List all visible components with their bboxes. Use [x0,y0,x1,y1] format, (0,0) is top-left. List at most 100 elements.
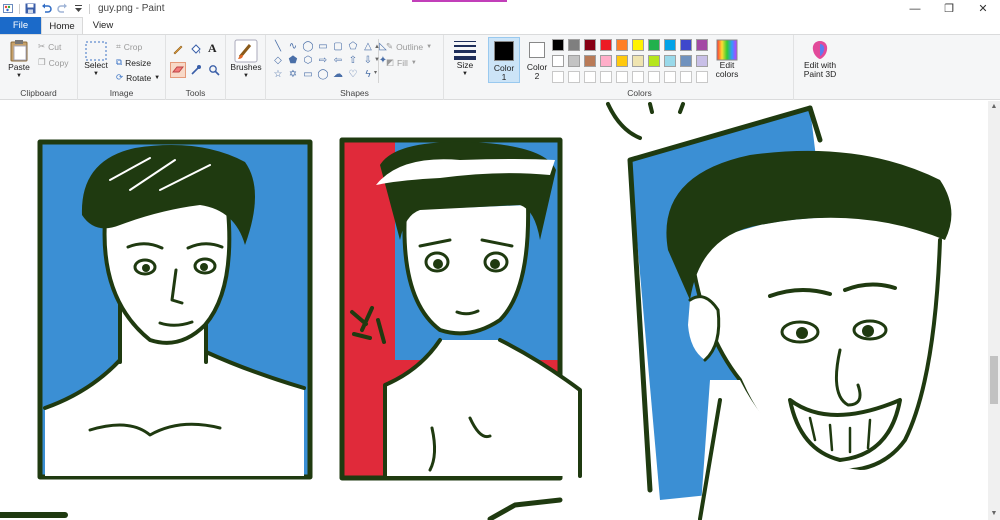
stray-stroke [678,102,685,114]
palette-swatch[interactable] [584,55,596,67]
custom-color-slot[interactable] [648,71,660,83]
magnifier-icon[interactable] [208,64,220,76]
copy-button[interactable]: ❐ Copy [38,57,68,68]
palette-swatch[interactable] [696,39,708,51]
palette-swatch[interactable] [600,39,612,51]
panel-2-right-pupil [490,259,500,269]
five-point-star-shape-icon[interactable]: ☆ [272,69,284,81]
palette-swatch[interactable] [552,39,564,51]
palette-swatch[interactable] [616,39,628,51]
palette-swatch[interactable] [664,55,676,67]
toolbar-separator [19,3,20,14]
rectangle-shape-icon[interactable]: ▭ [317,41,329,53]
fill-bucket-icon[interactable] [190,43,202,55]
fill-button[interactable]: ◩ Fill ▼ [386,57,417,68]
minimize-button[interactable]: — [898,0,932,17]
custom-color-slot[interactable] [664,71,676,83]
palette-swatch[interactable] [664,39,676,51]
drawing-canvas[interactable] [0,101,988,520]
palette-swatch[interactable] [632,39,644,51]
crop-button[interactable]: ⌗ Crop [116,41,142,52]
paint-app-icon[interactable] [3,3,14,14]
oval-callout-shape-icon[interactable]: ◯ [317,69,329,81]
rounded-callout-shape-icon[interactable]: ▭ [302,69,314,81]
clipboard-group: Paste ▼ ✂ Cut ❐ Copy Clipboard [0,35,78,100]
panel-3-right-pupil [862,325,874,337]
down-arrow-shape-icon[interactable]: ⇩ [362,55,374,67]
scroll-up-arrow-icon[interactable]: ▲ [988,101,1000,113]
palette-swatch[interactable] [568,39,580,51]
outline-label: Outline [396,41,424,52]
resize-button[interactable]: ⧉ Resize [116,57,151,68]
right-arrow-shape-icon[interactable]: ⇨ [317,55,329,67]
edit-with-paint3d-button[interactable]: Edit with Paint 3D [796,39,844,79]
maximize-button[interactable]: ❐ [932,0,966,17]
brushes-button[interactable]: Brushes ▼ [229,39,263,81]
custom-color-slot[interactable] [552,71,564,83]
scroll-down-arrow-icon[interactable]: ▼ [988,508,1000,520]
paste-button[interactable]: Paste ▼ [5,39,33,81]
size-button[interactable]: Size ▼ [448,39,482,79]
cloud-callout-shape-icon[interactable]: ☁ [332,69,344,81]
color-picker-icon[interactable] [190,64,202,76]
custom-color-slot[interactable] [696,71,708,83]
tab-home[interactable]: Home [41,17,83,34]
six-point-star-shape-icon[interactable]: ✡ [287,69,299,81]
cut-button[interactable]: ✂ Cut [38,41,61,52]
polygon-shape-icon[interactable]: ⬠ [347,41,359,53]
rounded-rectangle-shape-icon[interactable]: ▢ [332,41,344,53]
custom-color-slot[interactable] [616,71,628,83]
left-arrow-shape-icon[interactable]: ⇦ [332,55,344,67]
color1-button[interactable]: Color 1 [488,37,520,83]
palette-swatch[interactable] [584,39,596,51]
redo-icon[interactable] [57,3,68,14]
color2-button[interactable]: Color 2 [522,37,552,83]
up-arrow-shape-icon[interactable]: ⇧ [347,55,359,67]
text-tool-icon[interactable]: A [208,41,217,56]
curve-shape-icon[interactable]: ∿ [287,41,299,53]
outline-dropdown-icon: ▼ [426,43,433,50]
close-button[interactable]: ✕ [966,0,1000,17]
lightning-shape-icon[interactable]: ϟ [362,69,374,81]
custom-color-slot[interactable] [600,71,612,83]
line-shape-icon[interactable]: ╲ [272,41,284,53]
palette-swatch[interactable] [552,55,564,67]
custom-color-slot[interactable] [568,71,580,83]
outline-button[interactable]: ✎ Outline ▼ [386,41,432,52]
triangle-shape-icon[interactable]: △ [362,41,374,53]
tab-file[interactable]: File [0,17,41,34]
customize-toolbar-icon[interactable] [73,3,84,14]
custom-color-slot[interactable] [680,71,692,83]
tab-view[interactable]: View [83,17,123,34]
custom-color-slot[interactable] [584,71,596,83]
fill-label: Fill [397,57,408,68]
custom-color-slot[interactable] [632,71,644,83]
hexagon-shape-icon[interactable]: ⬡ [302,55,314,67]
toolbar-separator [89,3,90,14]
pentagon-shape-icon[interactable]: ⬟ [287,55,299,67]
scroll-thumb[interactable] [990,356,998,404]
palette-swatch[interactable] [696,55,708,67]
select-button[interactable]: Select ▼ [82,41,110,79]
palette-swatch[interactable] [648,39,660,51]
panel-2-left-pupil [433,259,443,269]
palette-swatch[interactable] [632,55,644,67]
save-icon[interactable] [25,3,36,14]
palette-swatch[interactable] [616,55,628,67]
palette-swatch[interactable] [568,55,580,67]
palette-swatch[interactable] [600,55,612,67]
palette-swatch[interactable] [680,39,692,51]
palette-swatch[interactable] [648,55,660,67]
undo-icon[interactable] [41,3,52,14]
edit-colors-button[interactable]: Edit colors [712,39,742,79]
vertical-scrollbar[interactable]: ▲ ▼ [988,101,1000,520]
eraser-button[interactable] [170,62,186,78]
diamond-shape-icon[interactable]: ◇ [272,55,284,67]
rotate-button[interactable]: ⟳ Rotate ▼ [116,72,160,83]
palette-swatch[interactable] [680,55,692,67]
shapes-gallery-scroll[interactable]: ▲ ▼ ▾ [374,41,380,80]
pencil-icon[interactable] [172,43,184,55]
heart-shape-icon[interactable]: ♡ [347,69,359,81]
size-dropdown-icon: ▼ [462,71,468,77]
oval-shape-icon[interactable]: ◯ [302,41,314,53]
